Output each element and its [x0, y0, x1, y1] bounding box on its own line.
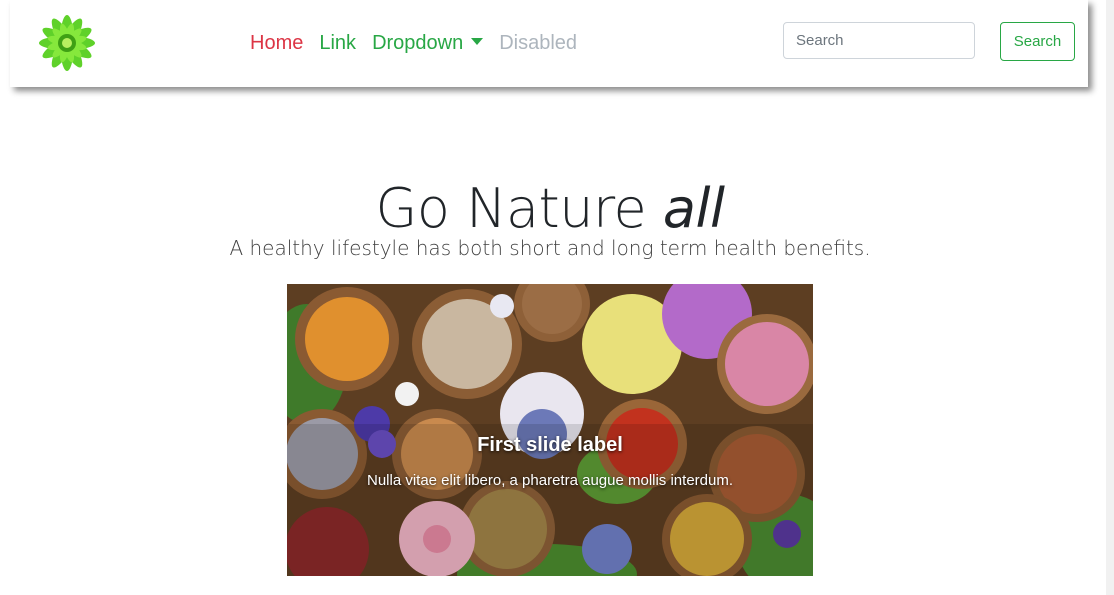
green-flower-logo-icon[interactable]: [38, 14, 96, 72]
nav-links: Home Link Dropdown Disabled: [250, 30, 593, 56]
page-title-emphasis: all: [662, 177, 725, 241]
slide-text: Nulla vitae elit libero, a pharetra augu…: [366, 472, 734, 489]
nav-link-home[interactable]: Home: [250, 32, 303, 55]
search-input[interactable]: [783, 22, 975, 59]
herbs-and-flowers-photo: [287, 284, 813, 576]
nav-dropdown-toggle[interactable]: Dropdown: [372, 31, 484, 55]
nav-dropdown-label: Dropdown: [372, 31, 464, 54]
page-scrollbar[interactable]: [1106, 0, 1114, 595]
page-title: Go Nature all: [0, 176, 1100, 242]
image-carousel[interactable]: First slide label Nulla vitae elit liber…: [287, 284, 813, 576]
nav-link-disabled: Disabled: [499, 31, 578, 54]
page-subtitle: A healthy lifestyle has both short and l…: [229, 236, 871, 260]
slide-title: First slide label: [477, 434, 623, 456]
carousel-caption: First slide label Nulla vitae elit liber…: [357, 434, 743, 493]
nav-link-link[interactable]: Link: [319, 32, 356, 55]
top-navbar: Home Link Dropdown Disabled Search: [10, 0, 1088, 87]
caret-down-icon: [471, 37, 484, 45]
page-title-main: Go Nature: [375, 177, 647, 241]
search-button[interactable]: Search: [1000, 22, 1075, 61]
